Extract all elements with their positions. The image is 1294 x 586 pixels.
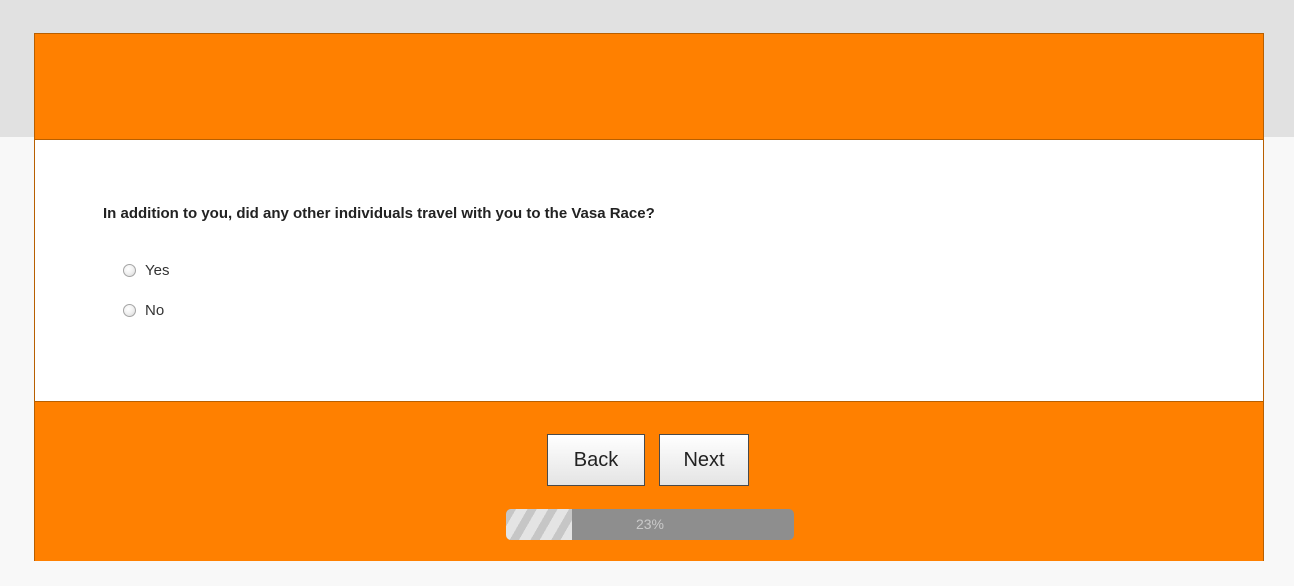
- question-text: In addition to you, did any other indivi…: [103, 205, 655, 222]
- option-yes[interactable]: Yes: [123, 262, 169, 279]
- option-no-label[interactable]: No: [145, 302, 164, 319]
- question-area: In addition to you, did any other indivi…: [35, 140, 1263, 401]
- next-button[interactable]: Next: [659, 434, 749, 486]
- progress-label: 23%: [635, 516, 665, 532]
- radio-yes[interactable]: [123, 264, 136, 277]
- option-no[interactable]: No: [123, 302, 164, 319]
- progress-bar: 23%: [506, 509, 794, 540]
- radio-no[interactable]: [123, 304, 136, 317]
- option-yes-label[interactable]: Yes: [145, 262, 169, 279]
- back-button[interactable]: Back: [547, 434, 645, 486]
- survey-container: In addition to you, did any other indivi…: [34, 33, 1264, 561]
- survey-footer: Back Next 23%: [35, 401, 1263, 561]
- survey-header: [35, 34, 1263, 140]
